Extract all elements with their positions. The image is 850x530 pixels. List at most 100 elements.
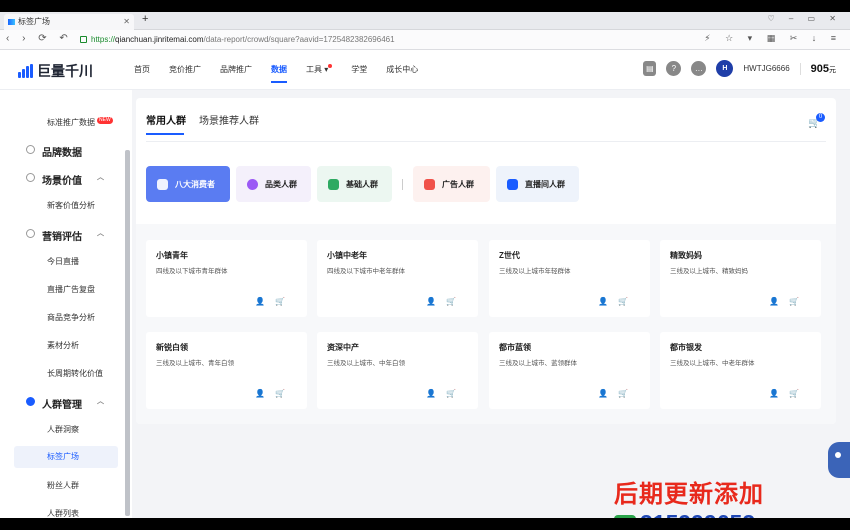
- crowd-card[interactable]: 小镇青年四线及以下城市青年群体 👤🛒: [146, 240, 307, 317]
- crowd-card[interactable]: 精致妈妈 三线及以上城市、精致妈妈 👤🛒: [660, 240, 821, 317]
- diamond-icon: [26, 173, 35, 182]
- sidebar-item-fans[interactable]: 粉丝人群: [0, 480, 120, 491]
- sidebar-group-marketing[interactable]: 营销评估 ︿: [0, 228, 120, 243]
- card-actions[interactable]: 👤🛒: [598, 297, 638, 306]
- tab-common-crowd[interactable]: 常用人群: [146, 112, 186, 135]
- browser-tabbar: 标签广场 ✕ + ♡ – ▭ ✕: [0, 12, 850, 30]
- url-host: qianchuan.jinritemai.com: [115, 35, 204, 44]
- sidebar-item-standard-data[interactable]: 标准推广数据 NEW: [0, 117, 120, 128]
- sidebar-item-live-review[interactable]: 直播广告复盘: [0, 284, 120, 295]
- card-actions[interactable]: 👤🛒: [598, 389, 638, 398]
- nav-item-data[interactable]: 数据: [271, 50, 287, 90]
- sidebar-group-crowd[interactable]: 人群管理 ︿: [0, 396, 120, 411]
- browser-tab[interactable]: 标签广场 ✕: [4, 14, 134, 30]
- sidebar-group-scene[interactable]: 场景价值 ︿: [0, 172, 120, 187]
- message-icon[interactable]: …: [691, 61, 707, 76]
- balance-value: 905: [810, 62, 829, 75]
- cart-icon[interactable]: 🛒 0: [808, 113, 825, 129]
- sidebar-group-label: 场景价值: [42, 176, 82, 187]
- sidebar-item-product-compete[interactable]: 商品竞争分析: [0, 312, 120, 323]
- sidebar-group-brand[interactable]: 品牌数据: [0, 144, 120, 159]
- category-label: 品类人群: [265, 179, 297, 189]
- card-desc: 三线及以上城市、青年白领: [156, 360, 234, 367]
- crowd-card[interactable]: Z世代 三线及以上城市年轻群体 👤🛒: [489, 240, 650, 317]
- new-badge: NEW: [97, 117, 113, 124]
- document-icon[interactable]: ▤: [643, 61, 657, 76]
- card-title: 都市银发: [670, 343, 702, 352]
- nav-item-school[interactable]: 学堂: [351, 50, 367, 90]
- sidebar-item-tag-square[interactable]: 标签广场: [14, 446, 118, 468]
- sidebar-item-crowd-list[interactable]: 人群列表: [0, 508, 120, 518]
- chevron-up-icon: ︿: [97, 174, 104, 181]
- card-actions[interactable]: 👤🛒: [255, 297, 295, 306]
- crowd-card[interactable]: 资深中产三线及以上城市、中年白领 👤🛒: [317, 332, 478, 409]
- sidebar-group-label: 营销评估: [42, 232, 82, 243]
- new-tab-button[interactable]: +: [142, 13, 148, 25]
- sidebar-scrollbar[interactable]: [125, 150, 130, 516]
- card-desc: 四线及以下城市青年群体: [156, 268, 228, 275]
- crowd-card[interactable]: 都市银发三线及以上城市、中老年群体 👤🛒: [660, 332, 821, 409]
- sidebar-item-today-live[interactable]: 今日直播: [0, 256, 120, 267]
- header-right: ▤ ? … H HWTJG6666 905元: [643, 60, 836, 77]
- category-product[interactable]: 品类人群: [236, 166, 311, 202]
- card-title: 小镇中老年: [327, 251, 367, 260]
- ad-icon: [424, 178, 435, 190]
- sidebar-item-new-customer[interactable]: 新客价值分析: [0, 200, 120, 211]
- nav-item-tools[interactable]: 工具 ▾: [306, 50, 333, 90]
- card-desc: 三线及以上城市、中年白领: [327, 360, 405, 367]
- sidebar-item-material[interactable]: 素材分析: [0, 340, 120, 351]
- balance-unit: 元: [829, 66, 836, 74]
- category-ad[interactable]: 广告人群: [413, 166, 490, 202]
- nav-item-bidding[interactable]: 竞价推广: [169, 50, 201, 90]
- watermark: 后期更新添加 315999653: [614, 474, 764, 518]
- browser-toolbar-icons[interactable]: ⚡ ☆ ▾ ▦ ✂ ↓ ≡: [704, 33, 842, 44]
- sidebar: 标准推广数据 NEW 品牌数据 场景价值 ︿ 新客价值分析 营销评估 ︿ 今日直播 直…: [0, 90, 132, 518]
- category-label: 八大消费者: [175, 179, 215, 189]
- category-label: 广告人群: [442, 179, 474, 189]
- card-title: 资深中产: [327, 343, 359, 352]
- lock-icon: [80, 36, 87, 43]
- tab-scene-crowd[interactable]: 场景推荐人群: [199, 112, 259, 134]
- card-desc: 三线及以上城市年轻群体: [499, 268, 571, 275]
- card-desc: 三线及以上城市、中老年群体: [670, 360, 755, 367]
- category-live-room[interactable]: 直播间人群: [496, 166, 579, 202]
- live-icon: [507, 178, 518, 190]
- logo[interactable]: 巨量千川: [18, 61, 93, 81]
- nav-item-home[interactable]: 首页: [134, 50, 150, 90]
- category-eight-consumers[interactable]: 八大消费者: [146, 166, 230, 202]
- card-title: 都市蓝领: [499, 343, 531, 352]
- crowd-card[interactable]: 小镇中老年 四线及以下城市中老年群体 👤🛒: [317, 240, 478, 317]
- browser-nav-buttons[interactable]: ‹ › ⟳ ↶: [6, 33, 73, 44]
- browser-tab-title: 标签广场: [18, 17, 50, 26]
- watermark-line2: 315999653: [614, 510, 764, 518]
- card-actions[interactable]: 👤🛒: [426, 389, 466, 398]
- card-actions[interactable]: 👤🛒: [426, 297, 466, 306]
- crowd-card[interactable]: 都市蓝领 三线及以上城市、蓝领群体 👤🛒: [489, 332, 650, 409]
- nav-item-brand[interactable]: 品牌推广: [220, 50, 252, 90]
- help-icon[interactable]: ?: [666, 61, 682, 76]
- logo-mark-icon: [18, 64, 33, 78]
- category-basic[interactable]: 基础人群: [317, 166, 392, 202]
- sidebar-group-label: 品牌数据: [42, 148, 82, 159]
- assistant-mascot-icon[interactable]: [828, 442, 850, 478]
- card-actions[interactable]: 👤🛒: [769, 297, 809, 306]
- sidebar-item-long-cycle[interactable]: 长周期转化价值: [0, 368, 120, 379]
- consumer-icon: [157, 178, 168, 190]
- crowd-card[interactable]: 新锐白领三线及以上城市、青年白领 👤🛒: [146, 332, 307, 409]
- nav-item-tools-label: 工具: [306, 65, 322, 74]
- card-actions[interactable]: 👤🛒: [255, 389, 295, 398]
- nav-item-growth[interactable]: 成长中心: [386, 50, 418, 90]
- card-actions[interactable]: 👤🛒: [769, 389, 809, 398]
- card-title: 新锐白领: [156, 343, 188, 352]
- basic-crowd-icon: [328, 178, 339, 190]
- main-panel: 常用人群 场景推荐人群 🛒 0 八大消费者 品类人群 基础人群 广告人群 直播间人…: [136, 98, 836, 424]
- sidebar-item-crowd-insight[interactable]: 人群洞察: [0, 424, 120, 435]
- category-label: 直播间人群: [525, 179, 565, 189]
- url-field[interactable]: https://qianchuan.jinritemai.com/data-re…: [80, 33, 700, 47]
- close-tab-icon[interactable]: ✕: [123, 14, 130, 30]
- avatar[interactable]: H: [716, 60, 734, 77]
- window-controls[interactable]: ♡ – ▭ ✕: [767, 14, 842, 23]
- card-title: 小镇青年: [156, 251, 188, 260]
- browser-window: 标签广场 ✕ + ♡ – ▭ ✕ ‹ › ⟳ ↶ https://qianchu…: [0, 12, 850, 518]
- account-name[interactable]: HWTJG6666: [743, 64, 789, 73]
